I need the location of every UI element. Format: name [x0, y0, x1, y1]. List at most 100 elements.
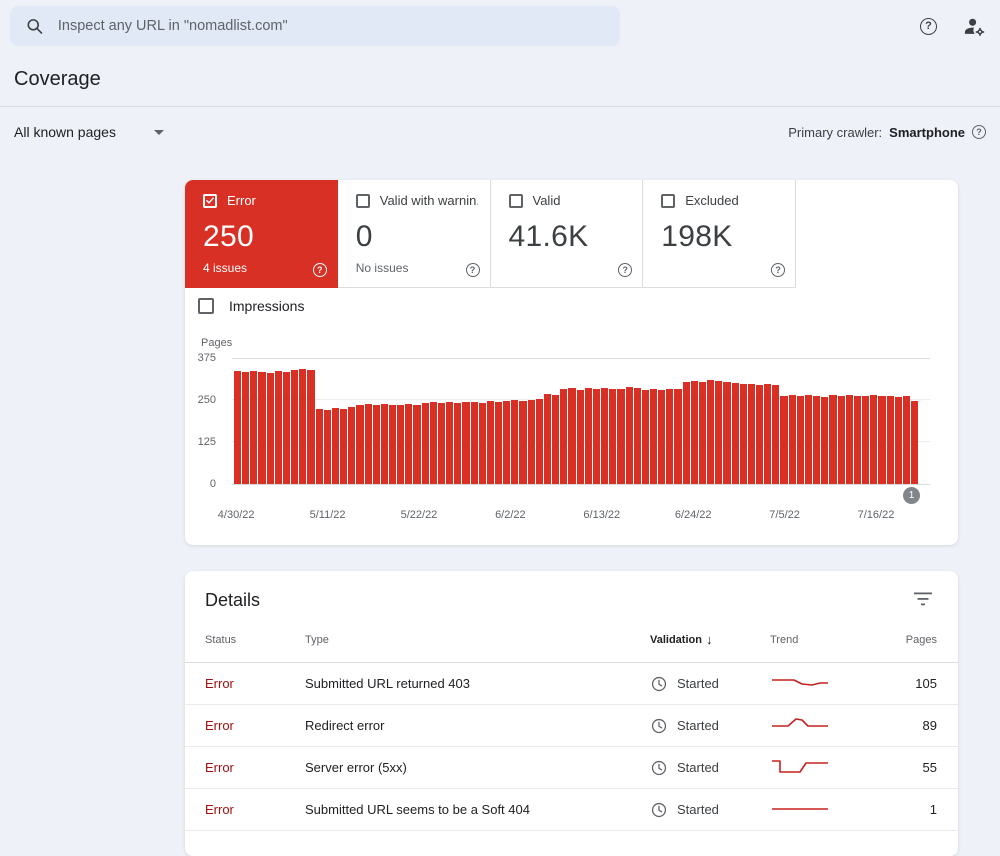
chart-bar[interactable]: [315, 408, 323, 484]
chart-bar[interactable]: [234, 371, 242, 484]
chart-bar[interactable]: [421, 403, 429, 484]
chart-bar[interactable]: [576, 389, 584, 484]
chart-bar[interactable]: [470, 402, 478, 484]
chart-bar[interactable]: [519, 401, 527, 484]
checkbox-unchecked-icon[interactable]: [508, 193, 523, 208]
chart-bar[interactable]: [462, 401, 470, 484]
chart-bar[interactable]: [804, 394, 813, 484]
column-header-type[interactable]: Type: [305, 634, 650, 646]
chart-bar[interactable]: [870, 395, 878, 484]
chart-bar[interactable]: [323, 410, 331, 484]
url-inspect-search-bar[interactable]: [10, 6, 620, 46]
chart-bar[interactable]: [348, 407, 356, 484]
chart-bar[interactable]: [405, 404, 413, 484]
chart-bar[interactable]: [715, 381, 723, 484]
help-icon[interactable]: ?: [618, 263, 633, 277]
column-header-status[interactable]: Status: [205, 634, 305, 646]
help-icon[interactable]: ?: [465, 263, 480, 277]
chart-bar[interactable]: [437, 403, 446, 484]
column-header-trend[interactable]: Trend: [770, 634, 875, 646]
chart-bar[interactable]: [788, 394, 796, 484]
chart-bar[interactable]: [486, 401, 494, 484]
chart-bar[interactable]: [397, 405, 405, 484]
chart-bar[interactable]: [356, 404, 364, 484]
chart-bar[interactable]: [364, 403, 372, 484]
chart-bar[interactable]: [266, 372, 274, 484]
chart-bar[interactable]: [853, 395, 862, 484]
status-card-valid-with-warnings[interactable]: Valid with warnin... 0 No issues ?: [337, 180, 491, 288]
chart-bar[interactable]: [886, 395, 894, 484]
help-icon[interactable]: ?: [920, 17, 937, 35]
chart-bar[interactable]: [274, 371, 282, 484]
chart-bar[interactable]: [584, 387, 592, 484]
impressions-toggle[interactable]: Impressions: [198, 298, 304, 314]
chart-bar[interactable]: [429, 402, 437, 484]
chart-bar[interactable]: [641, 389, 649, 484]
chart-bar[interactable]: [674, 389, 682, 484]
chart-bar[interactable]: [625, 387, 633, 484]
chart-bar[interactable]: [731, 383, 739, 484]
checkbox-unchecked-icon[interactable]: [661, 193, 676, 208]
chart-bar[interactable]: [258, 371, 266, 484]
checkbox-unchecked-icon[interactable]: [355, 193, 370, 208]
chart-bar[interactable]: [609, 388, 617, 484]
chart-bar[interactable]: [658, 389, 666, 484]
help-icon[interactable]: ?: [972, 125, 986, 139]
details-table-row[interactable]: Error Submitted URL returned 403 Started 10…: [185, 663, 958, 705]
manage-accounts-icon[interactable]: [963, 15, 986, 38]
chart-bar[interactable]: [282, 372, 291, 484]
chart-bar[interactable]: [552, 395, 560, 484]
chart-bar[interactable]: [446, 402, 454, 484]
chart-bar[interactable]: [772, 384, 780, 484]
help-icon[interactable]: ?: [312, 263, 327, 277]
details-table-row[interactable]: Error Redirect error Started 89: [185, 705, 958, 747]
column-header-pages[interactable]: Pages: [875, 634, 937, 646]
chart-scroll-badge[interactable]: 1: [903, 487, 920, 504]
chart-bar[interactable]: [340, 409, 348, 484]
chart-bar[interactable]: [796, 396, 804, 484]
chart-bar[interactable]: [511, 399, 519, 484]
chart-bar[interactable]: [707, 380, 715, 484]
chart-bar[interactable]: [666, 388, 674, 484]
chart-bar[interactable]: [698, 381, 707, 484]
chart-bar[interactable]: [535, 399, 543, 484]
chart-bar[interactable]: [690, 380, 698, 484]
chart-bar[interactable]: [388, 404, 397, 484]
chart-bar[interactable]: [633, 388, 641, 484]
chart-bar[interactable]: [495, 402, 503, 484]
chart-bar[interactable]: [837, 395, 845, 484]
chart-bar[interactable]: [307, 370, 315, 484]
chart-bar[interactable]: [902, 395, 910, 484]
chart-bar[interactable]: [682, 381, 690, 484]
chart-bar[interactable]: [845, 394, 853, 484]
chart-bar[interactable]: [380, 404, 388, 484]
help-icon[interactable]: ?: [771, 263, 785, 277]
page-scope-dropdown[interactable]: All known pages: [14, 124, 164, 140]
chart-bar[interactable]: [601, 387, 609, 484]
chart-bar[interactable]: [780, 395, 788, 484]
chart-bar[interactable]: [560, 389, 568, 484]
checkbox-unchecked-icon[interactable]: [198, 298, 214, 314]
chart-bar[interactable]: [813, 395, 821, 484]
chart-bar[interactable]: [242, 372, 250, 484]
checkbox-checked-icon[interactable]: [203, 193, 217, 208]
chart-bar[interactable]: [739, 384, 747, 484]
chart-bar[interactable]: [250, 370, 258, 484]
chart-bar[interactable]: [756, 384, 764, 484]
chart-bar[interactable]: [299, 369, 307, 484]
details-table-row[interactable]: Error Server error (5xx) Started 55: [185, 747, 958, 789]
chart-bar[interactable]: [764, 383, 772, 484]
chart-bar[interactable]: [503, 400, 511, 484]
chart-bar[interactable]: [527, 400, 535, 484]
status-card-error[interactable]: Error 250 4 issues ?: [185, 180, 338, 288]
url-inspect-input[interactable]: [57, 18, 605, 34]
chart-bar[interactable]: [723, 382, 731, 484]
chart-bar[interactable]: [862, 396, 870, 484]
status-card-valid[interactable]: Valid 41.6K ?: [490, 180, 644, 288]
chart-bar[interactable]: [894, 396, 902, 484]
chart-bar[interactable]: [910, 401, 919, 484]
chart-bar[interactable]: [454, 402, 462, 484]
chart-bar[interactable]: [413, 405, 421, 484]
chart-bar[interactable]: [568, 388, 576, 484]
chart-bar[interactable]: [543, 393, 552, 484]
